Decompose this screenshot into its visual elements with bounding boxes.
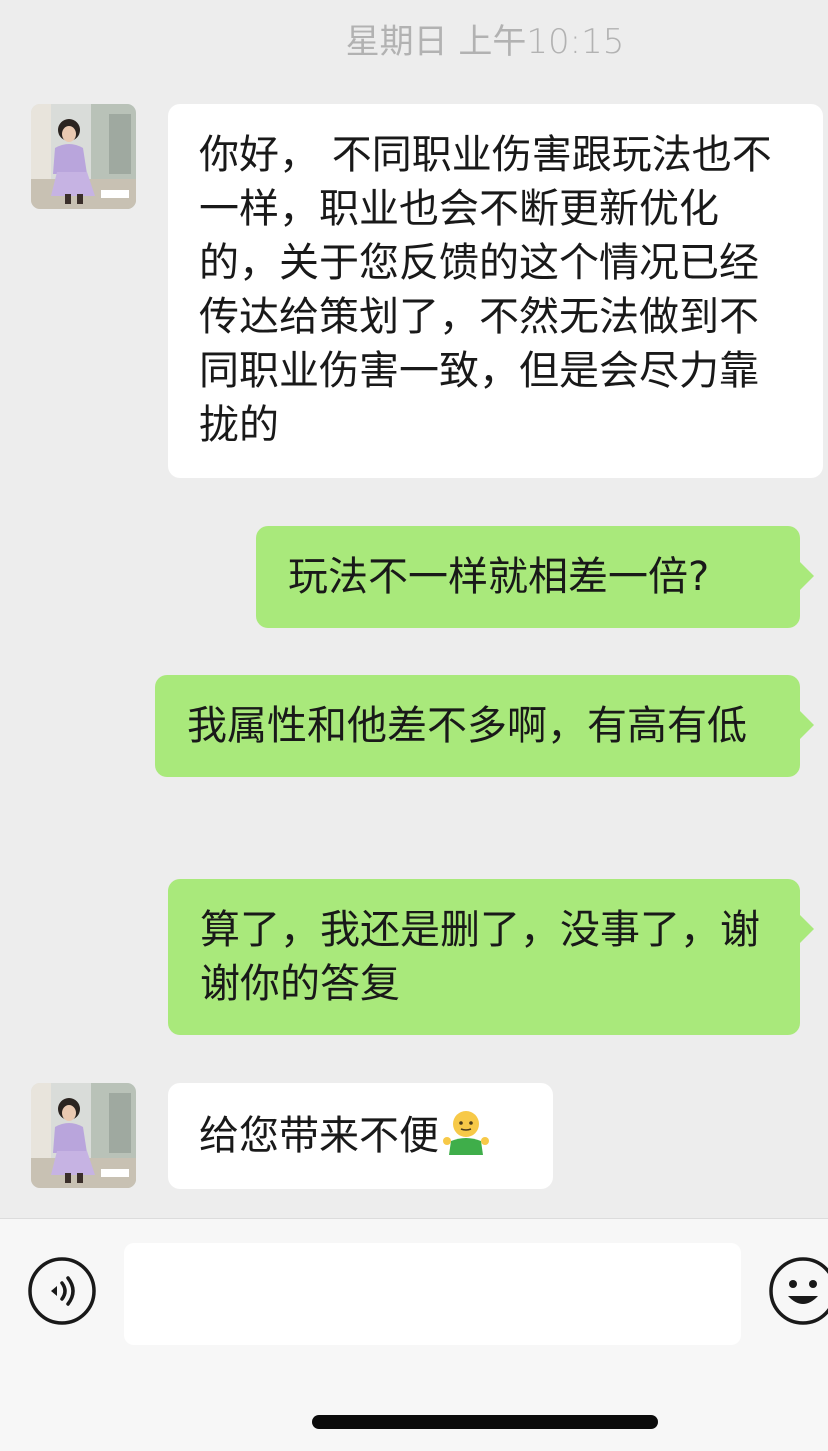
avatar-photo-icon [31, 104, 136, 209]
shrug-figure-emoji-icon [443, 1111, 489, 1155]
smiley-face-icon [769, 1257, 828, 1325]
chat-input-bar [0, 1218, 828, 1451]
message-text: 给您带来不便 [199, 1113, 439, 1159]
outgoing-message-bubble[interactable]: 我属性和他差不多啊，有高有低 [155, 675, 814, 777]
emoji-button[interactable] [768, 1256, 828, 1326]
avatar-photo-icon [31, 1083, 136, 1188]
home-indicator [312, 1415, 658, 1429]
contact-avatar[interactable] [31, 104, 136, 209]
contact-avatar[interactable] [31, 1083, 136, 1188]
incoming-message-bubble[interactable]: 给您带来不便 [168, 1083, 553, 1189]
outgoing-message-bubble[interactable]: 玩法不一样就相差一倍? [256, 526, 814, 628]
voice-input-button[interactable] [27, 1256, 97, 1326]
outgoing-message-bubble[interactable]: 算了，我还是删了，没事了，谢谢你的答复 [168, 879, 814, 1035]
incoming-message-bubble[interactable]: 你好， 不同职业伤害跟玩法也不一样，职业也会不断更新优化的，关于您反馈的这个情况… [168, 104, 823, 478]
voice-wave-icon [28, 1257, 96, 1325]
message-input[interactable] [124, 1243, 741, 1345]
chat-timestamp: 星期日 上午10:15 [345, 22, 625, 62]
